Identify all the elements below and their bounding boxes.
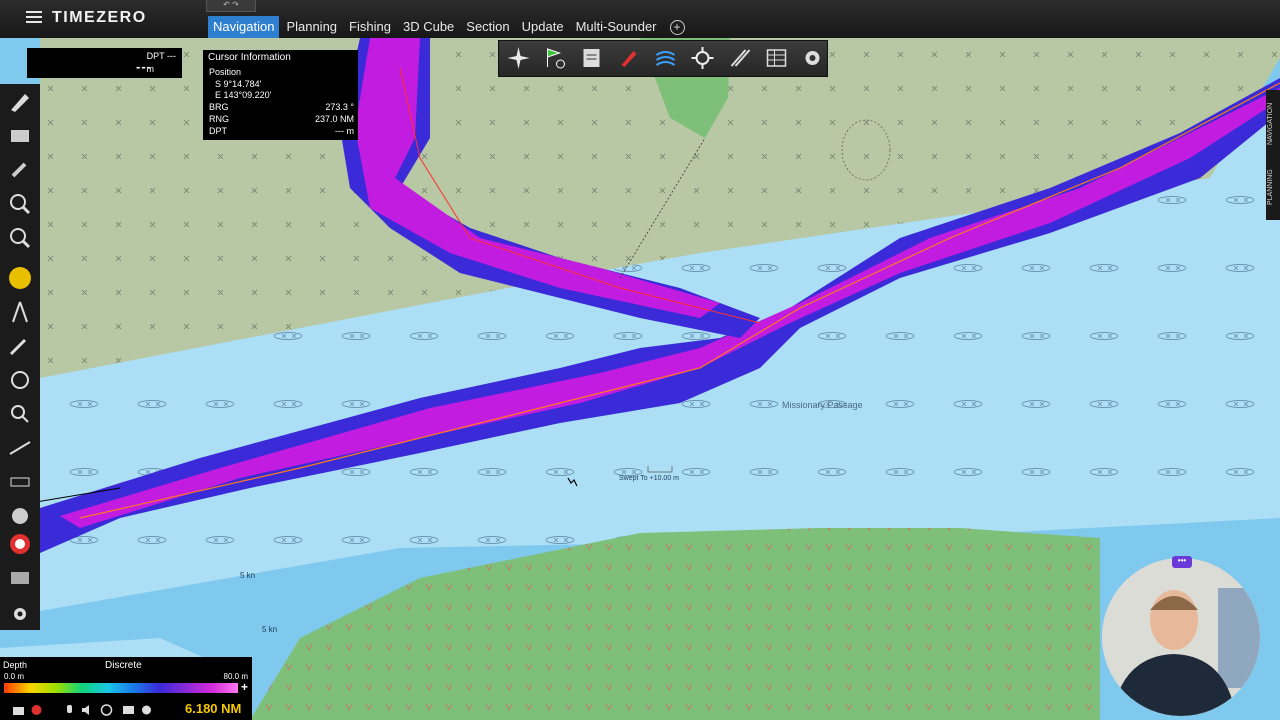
mic-icon[interactable] xyxy=(63,704,76,716)
top-toolbar: TIMEZERO ↶ ↷ Navigation Planning Fishing… xyxy=(0,0,1280,39)
tab-planning[interactable]: Planning xyxy=(281,16,342,38)
route-flag-icon[interactable] xyxy=(541,45,568,71)
rng-value: 237.0 NM xyxy=(314,114,354,124)
target-icon[interactable] xyxy=(100,704,113,716)
lifebuoy-icon[interactable] xyxy=(5,530,35,558)
pan-hand-icon[interactable] xyxy=(5,264,35,292)
depth-scale-plus-button[interactable]: + xyxy=(241,680,248,694)
depth-color-gradient[interactable] xyxy=(4,683,238,693)
add-tab-icon[interactable]: + xyxy=(669,20,685,35)
undo-redo-buttons[interactable]: ↶ ↷ xyxy=(206,0,256,12)
pencil-tool-icon[interactable] xyxy=(5,88,35,116)
plotter-settings-icon[interactable] xyxy=(689,45,716,71)
tab-navigation[interactable]: Navigation xyxy=(208,16,280,38)
chart-canvas[interactable] xyxy=(0,38,1280,720)
depth-readout-panel: DPT --- --- m xyxy=(27,48,182,78)
settings-cog-icon[interactable] xyxy=(5,600,35,628)
sounder-waves-icon[interactable] xyxy=(652,45,679,71)
compass-tool-icon[interactable] xyxy=(5,298,35,326)
compass-rose-icon[interactable] xyxy=(505,45,532,71)
discrete-mode-label[interactable]: Discrete xyxy=(105,660,142,671)
side-tab-navigation[interactable]: NAVIGATION xyxy=(1267,94,1279,154)
tab-3d-cube[interactable]: 3D Cube xyxy=(398,16,459,38)
record-icon[interactable] xyxy=(30,704,43,716)
dpt-row-value: --- m xyxy=(335,126,354,136)
ruler-tool-icon[interactable] xyxy=(5,468,35,496)
depth-min-value: 0.0 m xyxy=(4,672,25,681)
dpt-row-label: DPT xyxy=(209,126,227,136)
rng-label: RNG xyxy=(209,114,229,124)
pen-tool-icon[interactable] xyxy=(5,332,35,360)
hamburger-menu-icon[interactable] xyxy=(26,11,42,24)
tab-section[interactable]: Section xyxy=(461,16,514,38)
brg-value: 273.3 ° xyxy=(325,102,354,112)
pen-icon[interactable] xyxy=(615,45,642,71)
presenter-webcam xyxy=(1102,558,1260,716)
app-title: TIMEZERO xyxy=(52,9,147,26)
latitude-value: S 9°14.784' xyxy=(215,79,262,89)
mark-pencil-icon[interactable] xyxy=(726,45,753,71)
camera-icon[interactable] xyxy=(12,704,25,716)
range-readout: 6.180 NM xyxy=(185,701,242,716)
side-tab-planning[interactable]: PLANNING xyxy=(1267,162,1279,212)
eraser-tool-icon[interactable] xyxy=(5,122,35,150)
search-tool-icon[interactable] xyxy=(5,400,35,428)
chart-tool-strip xyxy=(498,40,828,77)
cursor-info-title: Cursor Information xyxy=(208,52,291,63)
chart-layers-icon[interactable] xyxy=(578,45,605,71)
measure-tool-icon[interactable] xyxy=(5,434,35,462)
circle-tool-icon[interactable] xyxy=(5,366,35,394)
zoom-tool-icon[interactable] xyxy=(5,502,35,530)
gear-icon[interactable] xyxy=(799,45,826,71)
speaker-icon[interactable] xyxy=(81,704,94,716)
layers-tool-icon[interactable] xyxy=(5,564,35,592)
brg-label: BRG xyxy=(209,102,229,112)
cursor-information-panel: Cursor Information Position S 9°14.784' … xyxy=(203,50,358,140)
left-tool-palette xyxy=(0,84,40,630)
zoom-in-icon[interactable] xyxy=(5,190,35,218)
tab-fishing[interactable]: Fishing xyxy=(344,16,396,38)
table-grid-icon[interactable] xyxy=(763,45,790,71)
right-side-tabs: NAVIGATION PLANNING xyxy=(1266,90,1280,220)
depth-scale-label: Depth xyxy=(3,660,28,670)
zoom-out-icon[interactable] xyxy=(5,224,35,252)
depth-scale-panel: Depth Discrete 0.0 m 80.0 m + xyxy=(0,657,252,700)
gear-icon[interactable] xyxy=(140,704,153,716)
bottom-status-bar: 6.180 NM xyxy=(0,700,252,720)
position-label: Position xyxy=(209,67,242,77)
window-icon[interactable] xyxy=(122,704,135,716)
presenter-video xyxy=(1102,558,1260,716)
tab-multi-sounder[interactable]: Multi-Sounder xyxy=(571,16,662,38)
brush-tool-icon[interactable] xyxy=(5,156,35,184)
current-label: 5 kn xyxy=(240,571,256,580)
longitude-value: E 143°09.220' xyxy=(215,90,272,100)
dpt-unit: m xyxy=(146,64,155,74)
tab-update[interactable]: Update xyxy=(517,16,569,38)
current-label: 5 kn xyxy=(262,625,278,634)
swept-label: Swept To +10.00 m xyxy=(619,475,679,482)
webcam-badge: ••• xyxy=(1172,556,1192,568)
nautical-chart[interactable]: Missionary Passage Swept To +10.00 m 5 k… xyxy=(0,38,1280,720)
workspace-tabs: Navigation Planning Fishing 3D Cube Sect… xyxy=(208,16,685,38)
passage-label: Missionary Passage xyxy=(782,400,863,410)
